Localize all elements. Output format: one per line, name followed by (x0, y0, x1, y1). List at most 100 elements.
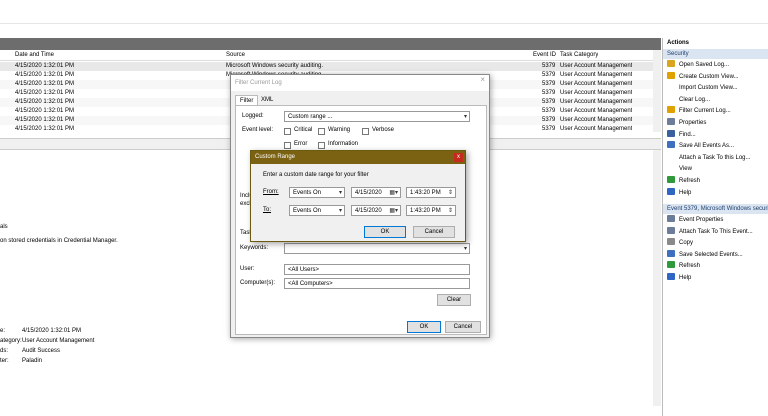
cell-event-id: 5379 (542, 63, 556, 69)
cell-date: 4/15/2020 1:32:01 PM (15, 126, 75, 132)
copy-icon (667, 238, 675, 246)
cell-date: 4/15/2020 1:32:01 PM (15, 108, 75, 114)
verbose-checkbox[interactable] (362, 128, 369, 135)
filter-cancel-button[interactable]: Cancel (445, 321, 481, 333)
column-source[interactable]: Source (226, 50, 245, 61)
calendar-icon: ▦▾ (389, 208, 398, 214)
information-checkbox[interactable] (318, 142, 325, 149)
action-item[interactable]: Properties (667, 118, 767, 129)
computers-input[interactable]: <All Computers> (284, 278, 470, 289)
filter-icon (667, 106, 675, 114)
cell-event-id: 5379 (542, 99, 556, 105)
action-label: Create Custom View... (679, 73, 739, 80)
from-date-picker[interactable]: 4/15/2020 ▦▾ (351, 187, 401, 198)
cell-task-category: User Account Management (560, 90, 633, 96)
to-time-picker[interactable]: 1:43:20 PM ⇕ (406, 205, 456, 216)
detail-field-value: Audit Success (22, 348, 61, 354)
action-item[interactable]: Help (667, 187, 767, 199)
action-label: Filter Current Log... (679, 108, 731, 115)
error-label: Error (294, 141, 308, 147)
cell-event-id: 5379 (542, 72, 556, 78)
filter-ok-button[interactable]: OK (407, 321, 441, 333)
action-item[interactable]: Help (667, 273, 767, 284)
detail-field-label: ter: (0, 358, 9, 364)
action-label: Save All Events As... (679, 143, 735, 150)
cell-event-id: 5379 (542, 90, 556, 96)
action-item[interactable]: View (667, 164, 767, 175)
action-item[interactable]: Create Custom View... (667, 71, 767, 83)
action-item[interactable]: Event Properties (667, 215, 767, 226)
to-mode-select[interactable]: Events On ▾ (289, 205, 345, 216)
grid-header: Date and Time Source Event ID Task Categ… (0, 50, 653, 61)
from-mode-select[interactable]: Events On ▾ (289, 187, 345, 198)
task-icon (667, 226, 675, 234)
cell-date: 4/15/2020 1:32:01 PM (15, 99, 75, 105)
action-item[interactable]: Find... (667, 129, 767, 141)
action-item[interactable]: Attach a Task To this Log... (667, 153, 767, 164)
action-item[interactable]: Clear Log... (667, 95, 767, 106)
action-label: Attach a Task To this Log... (679, 154, 751, 161)
cell-date: 4/15/2020 1:32:01 PM (15, 81, 75, 87)
column-task-category[interactable]: Task Category (560, 50, 598, 61)
action-label: Attach Task To This Event... (679, 228, 753, 235)
logged-select[interactable]: Custom range ... ▾ (284, 111, 470, 122)
action-label: Event Properties (679, 217, 724, 223)
refresh-icon (667, 261, 675, 269)
cell-task-category: User Account Management (560, 99, 633, 105)
custom-range-instruction: Enter a custom date range for your filte… (263, 172, 369, 178)
log-header-bar (0, 38, 661, 50)
verbose-label: Verbose (372, 127, 395, 133)
actions-section-event[interactable]: Event 5379, Microsoft Windows security (663, 204, 768, 214)
detail-field-label: e: (0, 328, 6, 334)
user-input[interactable]: <All Users> (284, 264, 470, 275)
action-label: Copy (679, 240, 694, 247)
action-item[interactable]: Open Saved Log... (667, 60, 767, 71)
calendar-icon: ▦▾ (389, 190, 398, 196)
cell-task-category: User Account Management (560, 63, 633, 69)
error-checkbox[interactable] (284, 142, 291, 149)
keywords-select[interactable]: ▾ (284, 243, 470, 254)
critical-checkbox[interactable] (284, 128, 291, 135)
cell-event-id: 5379 (542, 117, 556, 123)
action-item[interactable]: Save Selected Events... (667, 249, 767, 261)
logged-label: Logged: (242, 113, 264, 119)
column-date[interactable]: Date and Time (15, 50, 54, 61)
chevron-down-icon: ▾ (338, 190, 342, 196)
cell-event-id: 5379 (542, 126, 556, 132)
properties-icon (667, 118, 675, 125)
detail-field-label: ategory: (0, 338, 22, 344)
table-row[interactable]: 4/15/2020 1:32:01 PM Microsoft Windows se… (0, 62, 655, 71)
close-icon[interactable]: x (454, 153, 463, 162)
save-icon (667, 249, 675, 257)
cell-event-id: 5379 (542, 108, 556, 114)
action-item[interactable]: Refresh (667, 176, 767, 187)
cell-task-category: User Account Management (560, 72, 633, 78)
action-item[interactable]: Import Custom View... (667, 83, 767, 94)
detail-fragment: als (0, 224, 8, 230)
refresh-icon (667, 176, 675, 183)
clear-button[interactable]: Clear (437, 294, 471, 306)
to-date-picker[interactable]: 4/15/2020 ▦▾ (351, 205, 401, 216)
action-label: Refresh (679, 178, 701, 184)
action-item[interactable]: Copy (667, 238, 767, 249)
action-item[interactable]: Refresh (667, 261, 767, 272)
chevron-down-icon: ▾ (338, 208, 342, 214)
action-item[interactable]: Save All Events As... (667, 141, 767, 152)
filter-close-icon[interactable]: × (480, 75, 485, 84)
event-level-label: Event level: (242, 127, 274, 133)
action-label: Find... (679, 131, 696, 138)
custom-range-cancel-button[interactable]: Cancel (413, 226, 455, 238)
from-time-value: 1:43:20 PM (410, 190, 441, 196)
actions-section-security[interactable]: Security (663, 49, 768, 59)
grid-scrollbar[interactable] (653, 50, 661, 132)
action-label: Clear Log... (679, 96, 711, 103)
warning-checkbox[interactable] (318, 128, 325, 135)
from-time-picker[interactable]: 1:43:20 PM ⇕ (406, 187, 456, 198)
action-item[interactable]: Attach Task To This Event... (667, 226, 767, 238)
to-time-value: 1:43:20 PM (410, 208, 441, 214)
action-item[interactable]: Filter Current Log... (667, 106, 767, 117)
detail-scrollbar[interactable] (653, 150, 661, 406)
custom-range-ok-button[interactable]: OK (364, 226, 406, 238)
cell-task-category: User Account Management (560, 108, 633, 114)
column-event-id[interactable]: Event ID (533, 50, 556, 61)
